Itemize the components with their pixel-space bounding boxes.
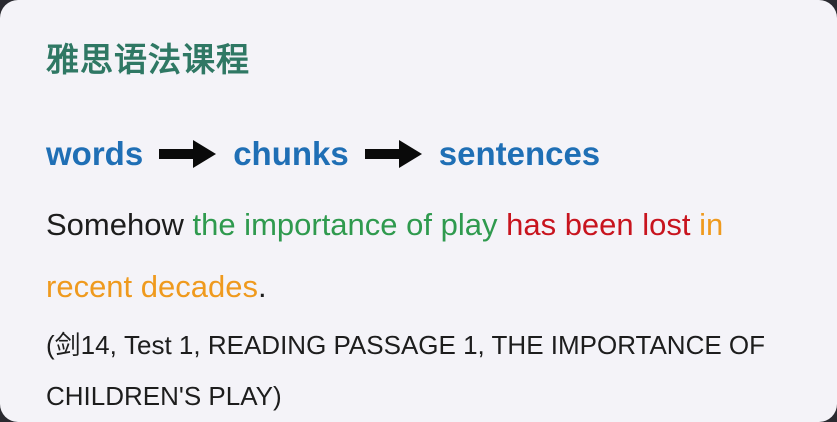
- flow-words: words: [46, 135, 144, 172]
- example-sentence: Somehow the importance of play has been …: [46, 194, 806, 318]
- slide: 雅思语法课程 words chunks sentences Somehow th…: [0, 0, 837, 422]
- sentence-period: .: [257, 269, 267, 304]
- flow-chunks: chunks: [233, 135, 349, 172]
- sentence-subject: the importance of play: [192, 207, 498, 242]
- page-title: 雅思语法课程: [46, 40, 250, 79]
- source-citation: (剑14, Test 1, READING PASSAGE 1, THE IMP…: [46, 330, 766, 411]
- sentence-adverb: Somehow: [46, 207, 193, 242]
- flow-sentences: sentences: [438, 135, 601, 172]
- right-arrow-icon: [364, 140, 422, 168]
- sentence-verb: has been lost: [497, 207, 691, 242]
- learning-flow: words chunks sentences: [46, 133, 600, 175]
- right-arrow-icon: [159, 140, 217, 168]
